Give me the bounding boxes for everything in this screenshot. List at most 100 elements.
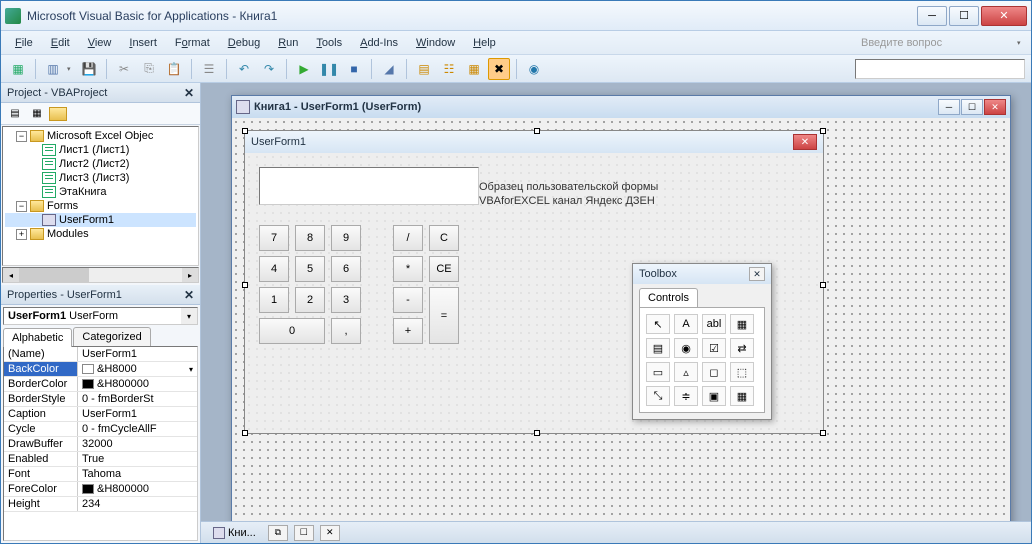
properties-grid[interactable]: (Name)UserForm1BackColor&H8000▾BorderCol… <box>3 346 198 541</box>
calc-btn-comma[interactable]: , <box>331 318 361 344</box>
project-close-icon[interactable]: ✕ <box>184 86 194 100</box>
help-search-input[interactable]: Введите вопрос <box>855 35 1015 51</box>
stop-icon[interactable]: ■ <box>343 58 365 80</box>
form-max-button[interactable]: ☐ <box>961 99 983 115</box>
form-designer-window[interactable]: Книга1 - UserForm1 (UserForm) ─ ☐ ✕ User… <box>231 95 1011 543</box>
calc-btn-minus[interactable]: - <box>393 287 423 313</box>
tree-thisworkbook[interactable]: ЭтаКнига <box>5 185 196 199</box>
menu-format[interactable]: Format <box>167 34 218 52</box>
calc-btn-equals[interactable]: = <box>429 287 459 344</box>
calc-btn-1[interactable]: 1 <box>259 287 289 313</box>
menu-tools[interactable]: Tools <box>308 34 350 52</box>
tree-excel-objects[interactable]: −Microsoft Excel Objeс <box>5 129 196 143</box>
menu-file[interactable]: File <box>7 34 41 52</box>
property-row[interactable]: BackColor&H8000▾ <box>4 362 197 377</box>
help-icon[interactable]: ◉ <box>523 58 545 80</box>
tree-userform1[interactable]: UserForm1 <box>5 213 196 227</box>
menu-debug[interactable]: Debug <box>220 34 268 52</box>
toolbox-tool-0[interactable]: ↖ <box>646 314 670 334</box>
redo-icon[interactable]: ↷ <box>258 58 280 80</box>
toolbox-tool-5[interactable]: ◉ <box>674 338 698 358</box>
break-icon[interactable]: ❚❚ <box>318 58 340 80</box>
menu-edit[interactable]: Edit <box>43 34 78 52</box>
form-min-button[interactable]: ─ <box>938 99 960 115</box>
menu-window[interactable]: Window <box>408 34 463 52</box>
menu-addins[interactable]: Add-Ins <box>352 34 406 52</box>
calc-btn-7[interactable]: 7 <box>259 225 289 251</box>
minimize-button[interactable]: ─ <box>917 6 947 26</box>
find-icon[interactable]: ☰ <box>198 58 220 80</box>
property-row[interactable]: FontTahoma <box>4 467 197 482</box>
calc-btn-4[interactable]: 4 <box>259 256 289 282</box>
help-search-dropdown[interactable]: ▾ <box>1017 39 1025 47</box>
toolbox-tool-10[interactable]: ◻ <box>702 362 726 382</box>
menu-insert[interactable]: Insert <box>121 34 165 52</box>
close-button[interactable]: ✕ <box>981 6 1027 26</box>
calc-btn-C[interactable]: C <box>429 225 459 251</box>
tree-sheet3[interactable]: Лист3 (Лист3) <box>5 171 196 185</box>
property-row[interactable]: EnabledTrue <box>4 452 197 467</box>
form-label-1[interactable]: Образец пользовательской формы <box>479 181 658 193</box>
properties-close-icon[interactable]: ✕ <box>184 288 194 302</box>
copy-icon[interactable]: ⎘ <box>138 58 160 80</box>
userform-close-icon[interactable]: ✕ <box>793 134 817 150</box>
calc-btn-5[interactable]: 5 <box>295 256 325 282</box>
toolbox-tool-14[interactable]: ▣ <box>702 386 726 406</box>
property-row[interactable]: Height234 <box>4 497 197 512</box>
undo-icon[interactable]: ↶ <box>233 58 255 80</box>
calc-btn-9[interactable]: 9 <box>331 225 361 251</box>
task-item[interactable]: Кни... <box>207 526 262 540</box>
task-cascade-icon[interactable]: ⧉ <box>268 525 288 541</box>
view-code-icon[interactable]: ▤ <box>5 105 25 123</box>
toolbox-tool-9[interactable]: ▵ <box>674 362 698 382</box>
toolbox-tool-6[interactable]: ☑ <box>702 338 726 358</box>
toolbox-tool-12[interactable]: ⤡ <box>646 386 670 406</box>
menu-view[interactable]: View <box>80 34 120 52</box>
task-tile-icon[interactable]: ☐ <box>294 525 314 541</box>
toolbox-tab-controls[interactable]: Controls <box>639 288 698 307</box>
properties-icon[interactable]: ☷ <box>438 58 460 80</box>
run-icon[interactable]: ▶ <box>293 58 315 80</box>
maximize-button[interactable]: ☐ <box>949 6 979 26</box>
tab-alphabetic[interactable]: Alphabetic <box>3 328 72 347</box>
toolbox-tool-1[interactable]: A <box>674 314 698 334</box>
project-hscroll[interactable]: ◂▸ <box>2 267 199 283</box>
menu-help[interactable]: Help <box>465 34 504 52</box>
toggle-folders-icon[interactable] <box>49 107 67 121</box>
save-icon[interactable]: 💾 <box>78 58 100 80</box>
toolbox-tool-4[interactable]: ▤ <box>646 338 670 358</box>
calc-btn-8[interactable]: 8 <box>295 225 325 251</box>
properties-object-selector[interactable]: UserForm1 UserForm ▾ <box>3 307 198 325</box>
project-tree[interactable]: −Microsoft Excel Objeс Лист1 (Лист1) Лис… <box>2 126 199 266</box>
tab-categorized[interactable]: Categorized <box>73 327 150 346</box>
design-mode-icon[interactable]: ◢ <box>378 58 400 80</box>
calc-btn-3[interactable]: 3 <box>331 287 361 313</box>
property-row[interactable]: ForeColor&H800000 <box>4 482 197 497</box>
design-surface[interactable]: UserForm1 ✕ Образец пользовательской фор… <box>232 118 1010 543</box>
toolbox-close-icon[interactable]: ✕ <box>749 267 765 281</box>
form-close-button[interactable]: ✕ <box>984 99 1006 115</box>
calc-btn-0[interactable]: 0 <box>259 318 325 344</box>
toolbox-tool-8[interactable]: ▭ <box>646 362 670 382</box>
tree-modules[interactable]: +Modules <box>5 227 196 241</box>
property-row[interactable]: (Name)UserForm1 <box>4 347 197 362</box>
insert-userform-icon[interactable]: ▥ <box>42 58 64 80</box>
property-row[interactable]: BorderColor&H800000 <box>4 377 197 392</box>
paste-icon[interactable]: 📋 <box>163 58 185 80</box>
object-browser-icon[interactable]: ▦ <box>463 58 485 80</box>
toolbox-tool-15[interactable]: ▦ <box>730 386 754 406</box>
tree-sheet1[interactable]: Лист1 (Лист1) <box>5 143 196 157</box>
project-explorer-icon[interactable]: ▤ <box>413 58 435 80</box>
toolbox-tool-7[interactable]: ⇄ <box>730 338 754 358</box>
toolbox-icon[interactable]: ✖ <box>488 58 510 80</box>
calc-btn-2[interactable]: 2 <box>295 287 325 313</box>
form-window-titlebar[interactable]: Книга1 - UserForm1 (UserForm) ─ ☐ ✕ <box>232 96 1010 118</box>
tree-sheet2[interactable]: Лист2 (Лист2) <box>5 157 196 171</box>
toolbox-tool-2[interactable]: abl <box>702 314 726 334</box>
calc-btn-6[interactable]: 6 <box>331 256 361 282</box>
form-label-2[interactable]: VBAforEXCEL канал Яндекс ДЗЕН <box>479 195 655 207</box>
cut-icon[interactable]: ✂ <box>113 58 135 80</box>
menu-run[interactable]: Run <box>270 34 306 52</box>
calc-btn-*[interactable]: * <box>393 256 423 282</box>
calc-btn-CE[interactable]: CE <box>429 256 459 282</box>
